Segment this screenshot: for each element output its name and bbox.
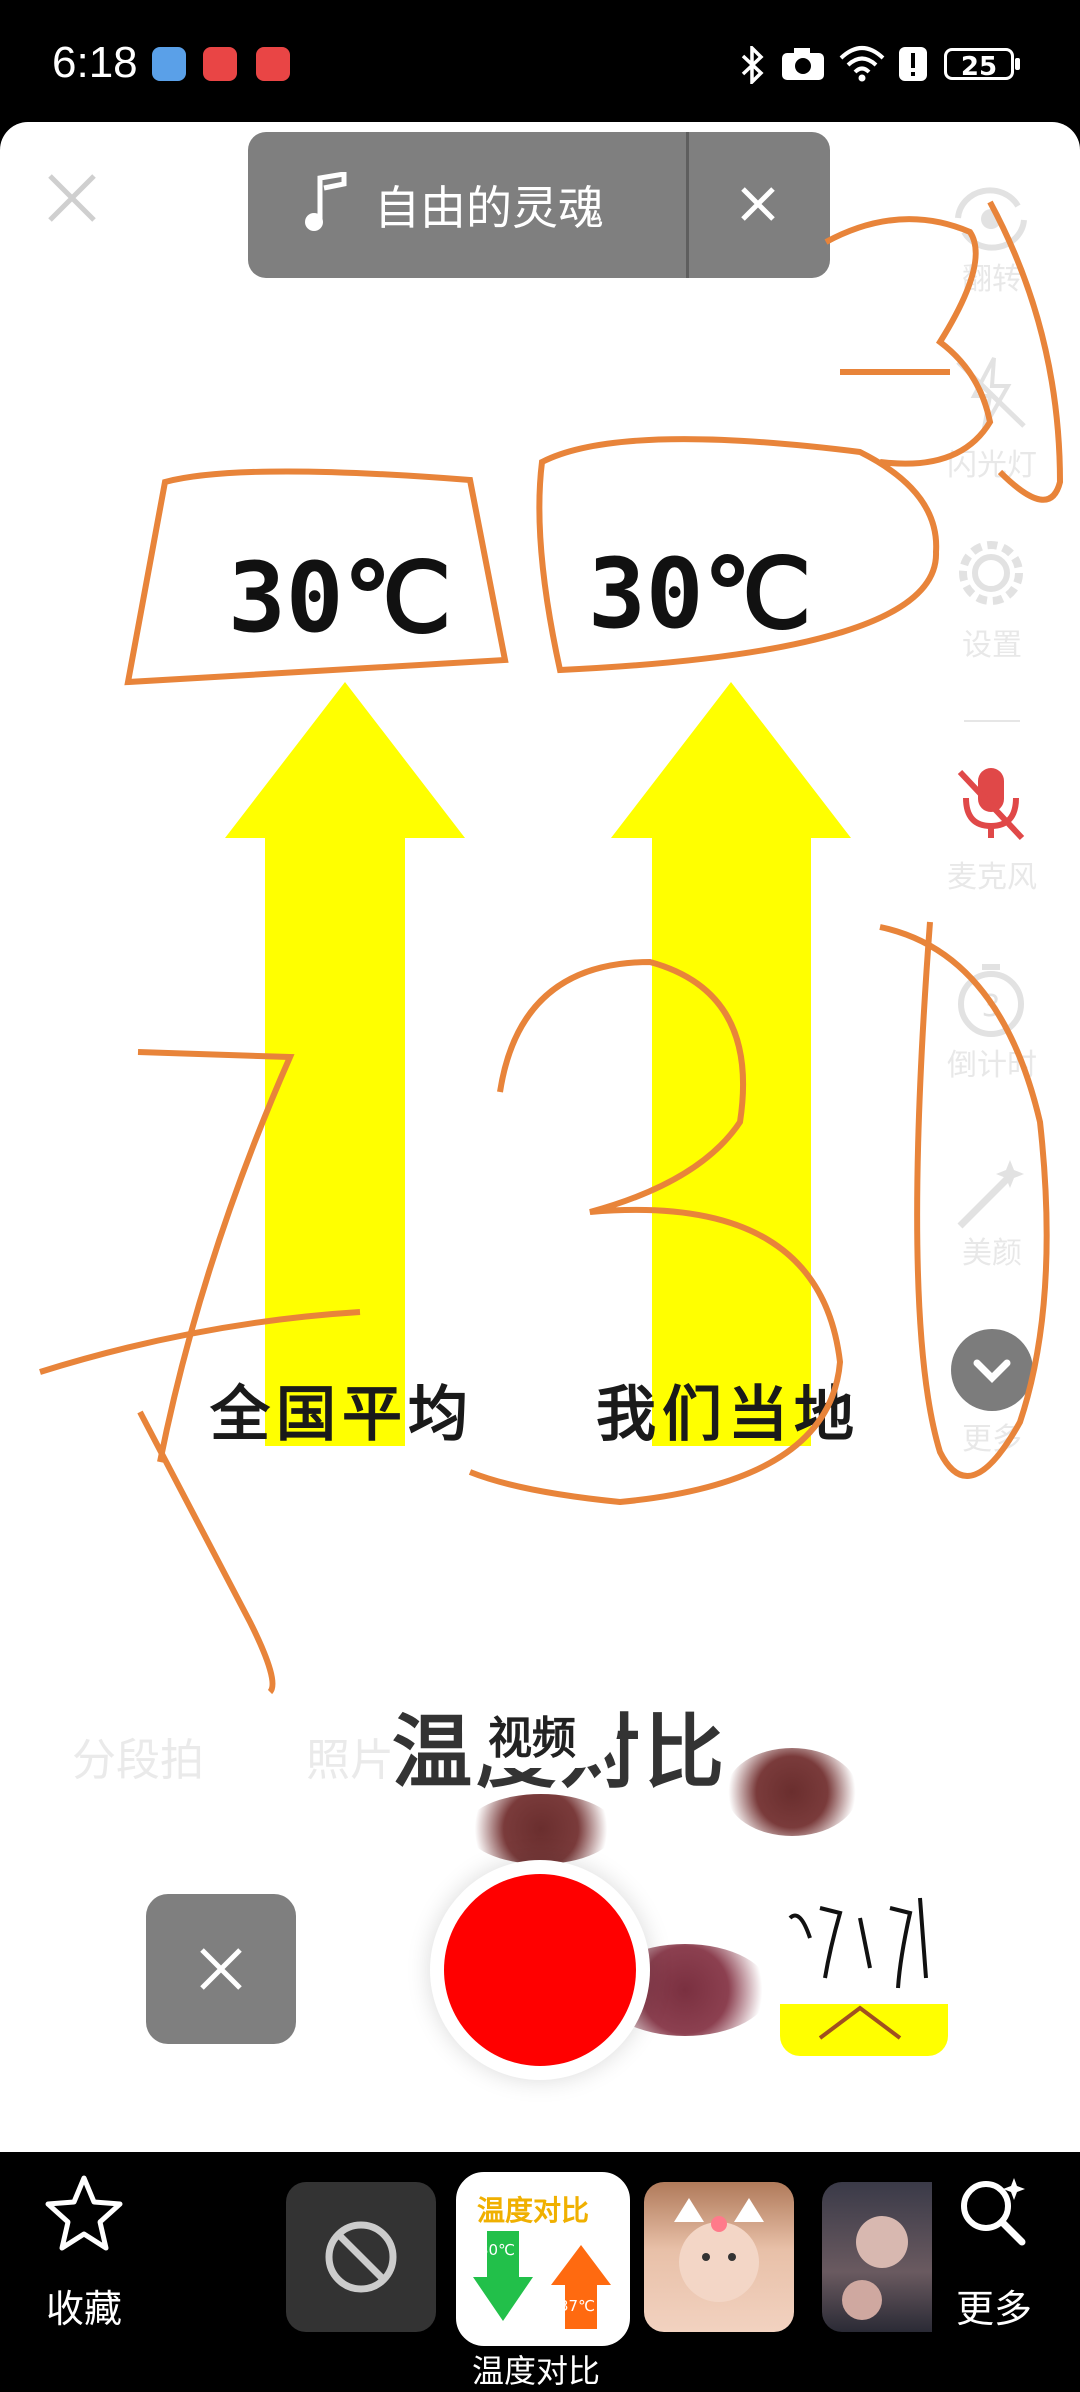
camera-status-icon xyxy=(782,48,824,80)
battery-indicator: 25 xyxy=(944,48,1014,82)
status-time: 6:18 xyxy=(52,38,138,87)
effect-thumb-portrait[interactable] xyxy=(822,2182,932,2332)
delete-x-icon xyxy=(200,1948,242,1990)
mode-tab-video: 视频 xyxy=(488,1713,576,1764)
mode-tab-photo[interactable]: 照片 xyxy=(306,1724,394,1788)
delete-clip-button[interactable] xyxy=(146,1894,296,2044)
huawei-store-icon-2 xyxy=(256,47,290,81)
shield-app-icon xyxy=(152,47,186,81)
record-button[interactable] xyxy=(430,1860,650,2080)
gallery-preview-drawing xyxy=(780,1897,948,2056)
no-effect-button[interactable] xyxy=(286,2182,436,2332)
handwritten-annotations xyxy=(39,200,1064,1695)
favorites-label: 收藏 xyxy=(46,2287,123,2331)
favorites-star-icon[interactable] xyxy=(44,2172,124,2252)
status-bar: 6:18 25 xyxy=(0,0,1080,122)
mode-tab-segment[interactable]: 分段拍 xyxy=(72,1724,204,1788)
record-dot xyxy=(444,1874,636,2066)
effects-bar: 收藏 温度对比 30℃ 37℃ 温度对比 更多 xyxy=(0,2152,1080,2390)
no-effect-icon xyxy=(325,2221,397,2293)
search-more-effects-icon[interactable] xyxy=(952,2170,1036,2254)
bluetooth-icon xyxy=(741,46,764,84)
card-title: 温度对比 xyxy=(477,2194,590,2227)
battery-tip xyxy=(1015,58,1020,70)
camera-viewport: 自由的灵魂 翻转 闪光灯 设置 麦克风 3 倒计时 美颜 更多 30℃ 30℃ … xyxy=(0,122,1080,2152)
effect-thumb-temperature[interactable]: 温度对比 30℃ 37℃ xyxy=(456,2172,630,2346)
selected-effect-label: 温度对比 xyxy=(472,2352,601,2390)
effect-thumb-cat-filter[interactable] xyxy=(644,2182,794,2332)
card-up-arrow-icon xyxy=(551,2245,611,2329)
huawei-store-icon xyxy=(203,47,237,81)
cat-filter-preview xyxy=(674,2198,764,2302)
alert-icon xyxy=(899,47,927,81)
more-effects-label: 更多 xyxy=(956,2287,1033,2331)
card-green-temp: 30℃ xyxy=(479,2241,515,2259)
gallery-thumbnail[interactable] xyxy=(780,1878,948,2056)
portrait-preview xyxy=(842,2216,908,2320)
wifi-icon xyxy=(839,46,885,82)
card-orange-temp: 37℃ xyxy=(559,2297,595,2315)
mode-video-pill[interactable]: 视频 xyxy=(462,1688,618,1768)
